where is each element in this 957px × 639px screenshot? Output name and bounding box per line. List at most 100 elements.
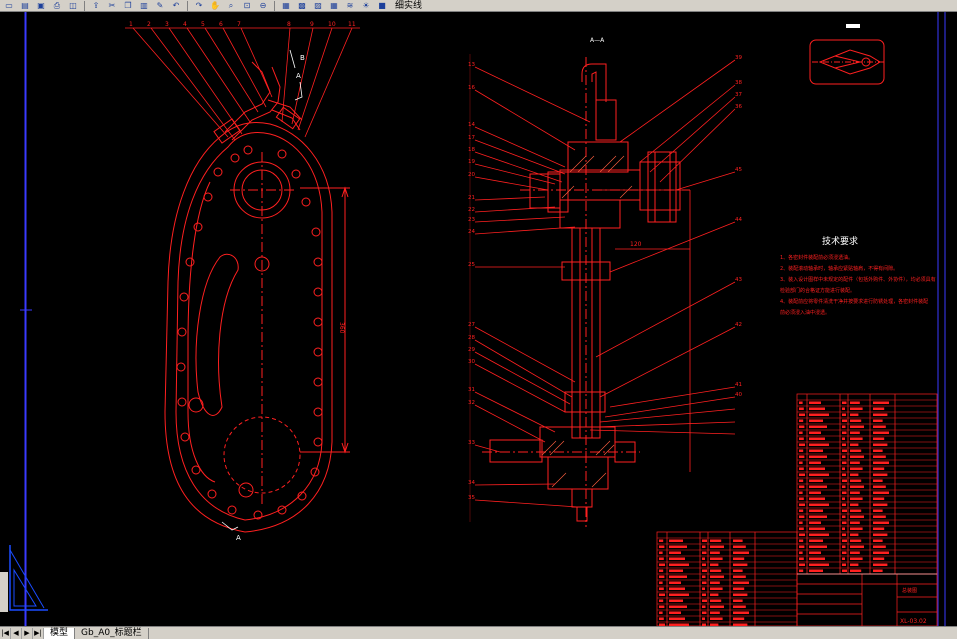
- callout-label: 14: [468, 122, 475, 128]
- bom-cell-mark: [710, 557, 723, 560]
- bom-cell-mark: [659, 563, 665, 566]
- callout-label: 5: [201, 21, 205, 28]
- bom-cell-mark: [842, 467, 845, 470]
- bom-cell-mark: [850, 473, 859, 476]
- callout-label: 3: [165, 21, 169, 28]
- copy-icon[interactable]: ❐: [121, 1, 135, 11]
- new-icon[interactable]: ▭: [2, 1, 16, 11]
- next-tab-icon[interactable]: ▶: [22, 627, 33, 639]
- tab-model[interactable]: 模型: [44, 627, 76, 639]
- bom-cell-mark: [842, 425, 846, 428]
- bom-cell-mark: [842, 419, 847, 422]
- bom-cell-mark: [799, 557, 804, 560]
- bom-cell-mark: [702, 611, 707, 614]
- bom-cell-mark: [659, 587, 664, 590]
- calculator-icon[interactable]: ▦: [327, 1, 341, 11]
- bom-cell-mark: [850, 539, 862, 542]
- bom-cell-mark: [850, 563, 859, 566]
- bom-cell-mark: [702, 569, 707, 572]
- bom-cell-mark: [669, 599, 683, 602]
- bom-cell-mark: [850, 425, 864, 428]
- preview-icon[interactable]: ◫: [66, 1, 80, 11]
- side-scroll-strip[interactable]: [0, 572, 8, 612]
- zoom-realtime-icon[interactable]: ⌕: [224, 1, 238, 11]
- bom-cell-mark: [850, 407, 863, 410]
- bom-cell-mark: [799, 425, 805, 428]
- bom-cell-mark: [842, 443, 846, 446]
- bom-cell-mark: [873, 491, 889, 494]
- drawing-canvas[interactable]: 1 2 3 4 5 6 7 8 9 10 11 B A A 360 A—A 12…: [0, 12, 957, 626]
- bom-cell-mark: [873, 533, 888, 536]
- bom-cell-mark: [710, 575, 724, 578]
- bom-cell-mark: [799, 479, 804, 482]
- bom-cell-mark: [669, 539, 683, 542]
- bom-cell-mark: [799, 527, 804, 530]
- layer-manager-icon[interactable]: ≋: [343, 1, 357, 11]
- bom-cell-mark: [799, 491, 803, 494]
- bom-cell-mark: [850, 569, 862, 572]
- layer-name-label[interactable]: 细实线: [395, 1, 422, 11]
- publish-icon[interactable]: ⇪: [89, 1, 103, 11]
- bom-cell-mark: [873, 437, 885, 440]
- bom-cell-mark: [799, 437, 804, 440]
- print-icon[interactable]: ⎙: [50, 1, 64, 11]
- bom-cell-mark: [799, 521, 803, 524]
- tool-palette-icon[interactable]: ▨: [311, 1, 325, 11]
- bom-cell-mark: [873, 461, 889, 464]
- save-icon[interactable]: ▣: [34, 1, 48, 11]
- match-icon[interactable]: ✎: [153, 1, 167, 11]
- properties-icon[interactable]: ▦: [279, 1, 293, 11]
- bom-cell-mark: [659, 593, 665, 596]
- callout-label: 37: [735, 92, 742, 98]
- first-tab-icon[interactable]: |◀: [0, 627, 11, 639]
- bom-cell-mark: [873, 407, 885, 410]
- bom-cell-mark: [702, 599, 707, 602]
- bom-cell-mark: [710, 587, 723, 590]
- callout-label: 11: [348, 21, 356, 28]
- title-name: 总装图: [902, 587, 917, 594]
- bom-cell-mark: [710, 599, 722, 602]
- last-tab-icon[interactable]: ▶|: [33, 627, 44, 639]
- prev-tab-icon[interactable]: ◀: [11, 627, 22, 639]
- callout-label: 34: [468, 480, 475, 486]
- bom-cell-mark: [809, 503, 829, 506]
- callout-label: 18: [468, 147, 475, 153]
- design-center-icon[interactable]: ▩: [295, 1, 309, 11]
- bom-cell-mark: [809, 527, 825, 530]
- bom-cell-mark: [850, 497, 863, 500]
- bom-cell-mark: [809, 515, 827, 518]
- zoom-previous-icon[interactable]: ⊖: [256, 1, 270, 11]
- left-leader-lines: [125, 27, 360, 141]
- undo-icon[interactable]: ↶: [169, 1, 183, 11]
- bom-cell-mark: [873, 569, 883, 572]
- bom-cell-mark: [850, 521, 860, 524]
- callout-label: 7: [237, 21, 241, 28]
- open-icon[interactable]: ▤: [18, 1, 32, 11]
- redo-icon[interactable]: ↷: [192, 1, 206, 11]
- bom-cell-mark: [842, 515, 846, 518]
- bom-cell-mark: [710, 539, 722, 542]
- layer-state-icon[interactable]: ☀: [359, 1, 373, 11]
- callout-label: 21: [468, 195, 475, 201]
- chain-housing-view: [164, 61, 350, 533]
- bom-cell-mark: [873, 563, 888, 566]
- view-a-bottom-label: A: [236, 534, 241, 542]
- bom-cell-mark: [809, 455, 827, 458]
- bom-cell-mark: [710, 617, 723, 620]
- paste-icon[interactable]: ▥: [137, 1, 151, 11]
- tab-layout-a0[interactable]: Gb_A0_标题栏: [75, 627, 149, 639]
- callout-label: 2: [147, 21, 151, 28]
- pan-icon[interactable]: ✋: [208, 1, 222, 11]
- layer-color-icon[interactable]: ■: [375, 1, 389, 11]
- dim-horizontal: 120: [630, 241, 642, 248]
- bom-cell-mark: [702, 557, 705, 560]
- bom-cell-mark: [733, 593, 748, 596]
- callout-label: 27: [468, 322, 475, 328]
- bom-cell-mark: [702, 587, 705, 590]
- callout-label: 28: [468, 335, 475, 341]
- cut-icon[interactable]: ✂: [105, 1, 119, 11]
- bom-cell-mark: [710, 611, 720, 614]
- zoom-window-icon[interactable]: ⊡: [240, 1, 254, 11]
- bom-cell-mark: [842, 557, 845, 560]
- bom-cell-mark: [842, 503, 846, 506]
